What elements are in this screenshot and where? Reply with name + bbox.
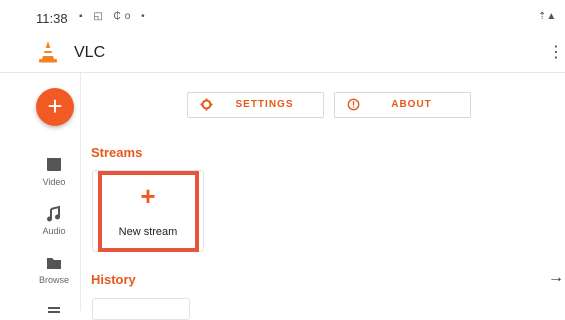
status-notification-icons: ▪ ◱ ₵o •: [79, 11, 149, 22]
menu-icon: [48, 307, 60, 313]
app-title: VLC: [74, 44, 106, 61]
music-note-icon: [47, 205, 60, 222]
settings-button-label: SETTINGS: [235, 99, 294, 110]
movie-icon: [47, 158, 61, 171]
nav-item-browse[interactable]: Browse: [30, 254, 78, 285]
add-fab-button[interactable]: +: [36, 88, 74, 126]
about-button-label: ABOUT: [391, 99, 432, 110]
history-section-title: History: [91, 272, 136, 287]
nav-item-audio[interactable]: Audio: [30, 205, 78, 236]
settings-button[interactable]: SETTINGS: [187, 92, 324, 118]
nav-item-more[interactable]: [30, 301, 78, 319]
status-bar: 11:38 ▪ ◱ ₵o • ⇡▲: [0, 0, 565, 34]
about-button[interactable]: ABOUT: [334, 92, 471, 118]
status-time: 11:38: [36, 11, 68, 26]
highlight-box: [98, 171, 199, 252]
status-signal-icons: ⇡▲: [538, 11, 557, 22]
streams-section-title: Streams: [91, 145, 143, 160]
vlc-cone-icon: [39, 41, 57, 63]
folder-icon: [47, 258, 61, 269]
nav-label-video: Video: [42, 177, 66, 187]
nav-item-video[interactable]: Video: [30, 156, 78, 187]
nav-label-browse: Browse: [38, 275, 69, 285]
arrow-right-icon[interactable]: →: [548, 269, 564, 287]
nav-label-audio: Audio: [42, 226, 66, 236]
app-bar: VLC ⋮: [0, 34, 565, 73]
history-item-card[interactable]: [92, 298, 190, 320]
more-options-icon[interactable]: ⋮: [548, 42, 564, 62]
